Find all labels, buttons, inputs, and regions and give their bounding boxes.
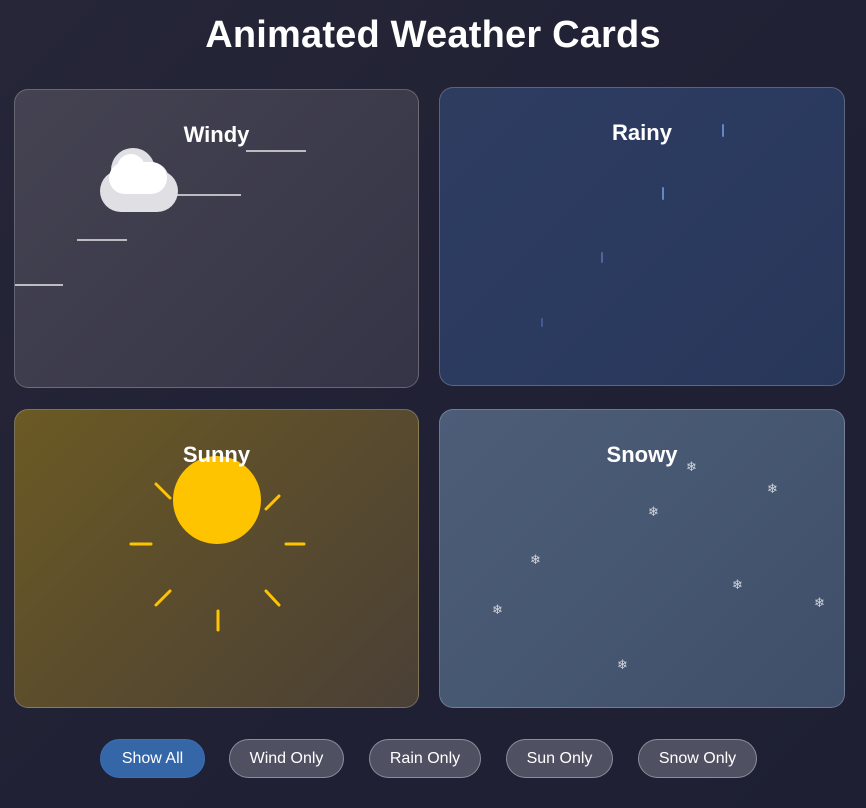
raindrop-icon [662, 187, 664, 200]
snowflake-icon: ❄ [732, 578, 743, 593]
card-title-windy: Windy [183, 122, 250, 147]
weather-card-rainy[interactable]: Rainy [439, 87, 845, 386]
raindrop-icon [541, 318, 543, 327]
show-all-button[interactable]: Show All [100, 739, 205, 778]
cloud-icon [100, 148, 178, 212]
snow-only-button[interactable]: Snow Only [638, 739, 757, 778]
wind-line [77, 239, 127, 241]
snowflake-icon: ❄ [530, 553, 541, 568]
card-title-snowy: Snowy [606, 442, 678, 467]
card-title-rainy: Rainy [612, 120, 672, 145]
rain-only-button[interactable]: Rain Only [369, 739, 481, 778]
wind-only-button[interactable]: Wind Only [229, 739, 344, 778]
weather-card-windy[interactable]: Windy [14, 89, 419, 388]
raindrop-icon [601, 252, 603, 263]
sun-only-button[interactable]: Sun Only [506, 739, 613, 778]
card-title-sunny: Sunny [182, 442, 251, 467]
weather-card-sunny[interactable]: Sunny [14, 409, 419, 708]
wind-line [15, 284, 63, 286]
sun-icon [173, 456, 261, 544]
snowflake-icon: ❄ [617, 658, 628, 673]
snowflake-icon: ❄ [648, 505, 659, 520]
snowflake-icon: ❄ [814, 596, 825, 611]
weather-card-snowy[interactable]: Snowy ❄ ❄ ❄ ❄ ❄ ❄ ❄ ❄ [439, 409, 845, 708]
snowflake-icon: ❄ [492, 603, 503, 618]
snowflake-icon: ❄ [767, 482, 778, 497]
page-title: Animated Weather Cards [205, 14, 661, 56]
wind-line [246, 150, 306, 152]
